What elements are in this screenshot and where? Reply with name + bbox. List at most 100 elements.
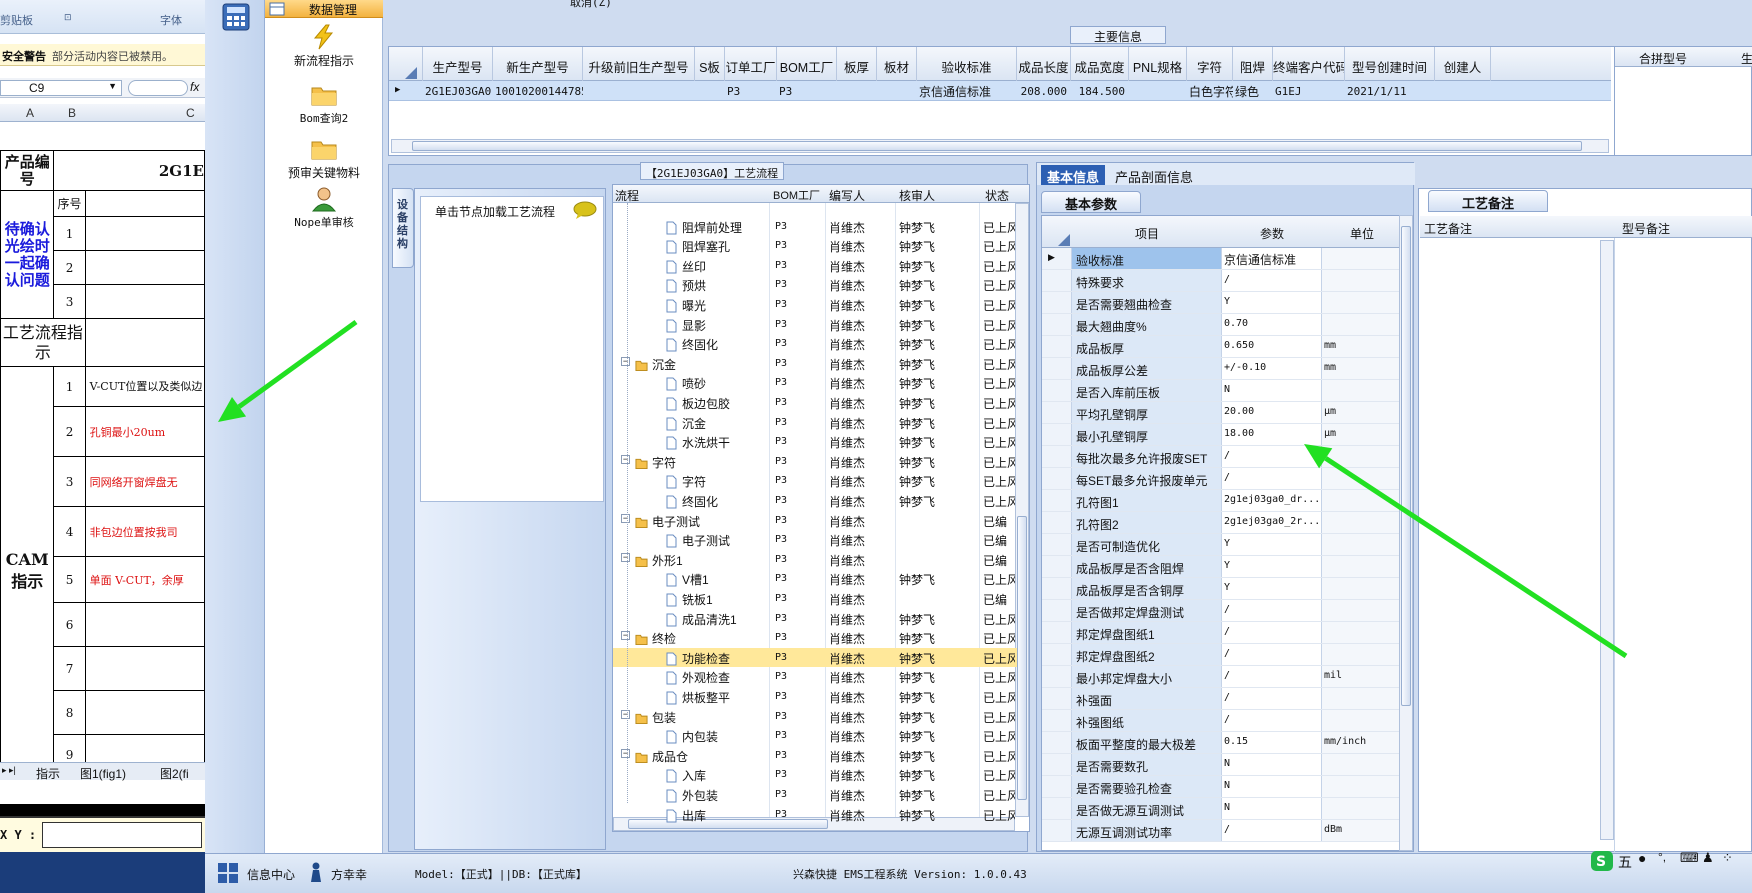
row-selector[interactable]: ▶ bbox=[1042, 248, 1072, 269]
row-selector[interactable] bbox=[1042, 732, 1072, 753]
tree-leaf-node[interactable]: 电子测试 P3 肖维杰 已编 bbox=[613, 530, 1017, 549]
fx-icon[interactable]: fx bbox=[190, 80, 199, 94]
process-label[interactable]: 工艺流程指示 bbox=[0, 318, 86, 367]
tree-leaf-node[interactable]: 曝光 P3 肖维杰 钟梦飞 已上风 bbox=[613, 295, 1017, 314]
column-b-header[interactable]: B bbox=[68, 106, 76, 120]
row-selector[interactable] bbox=[1042, 666, 1072, 687]
main-info-col-header[interactable]: 创建人 bbox=[1435, 47, 1491, 81]
param-row[interactable]: 是否做无源互调测试 N bbox=[1042, 798, 1400, 820]
main-info-cell[interactable]: 白色字符 bbox=[1189, 81, 1233, 101]
scroll-thumb[interactable] bbox=[412, 141, 1582, 151]
row-selector[interactable] bbox=[1042, 336, 1072, 357]
param-row[interactable]: 邦定焊盘图纸1/ bbox=[1042, 622, 1400, 644]
tree-group-node[interactable]: −包装 P3 肖维杰 钟梦飞 已上风 bbox=[613, 707, 1017, 726]
main-info-cell[interactable] bbox=[1131, 81, 1187, 101]
param-value[interactable]: 0.15 bbox=[1222, 732, 1322, 753]
param-value[interactable]: Y bbox=[1222, 534, 1322, 555]
tree-leaf-node[interactable]: 功能检查 P3 肖维杰 钟梦飞 已上风 bbox=[613, 647, 1017, 667]
param-row[interactable]: 最小孔壁铜厚 18.00 μm bbox=[1042, 424, 1400, 446]
row-selector[interactable] bbox=[1042, 622, 1072, 643]
row-selector[interactable] bbox=[1042, 270, 1072, 291]
collapse-toggle-icon[interactable]: − bbox=[621, 513, 630, 523]
param-row[interactable]: 补强图纸 / bbox=[1042, 710, 1400, 732]
param-value[interactable]: / bbox=[1222, 446, 1322, 467]
param-value[interactable]: / bbox=[1222, 666, 1322, 687]
tree-group-node[interactable]: −终检 P3 肖维杰 钟梦飞 已上风 bbox=[613, 628, 1017, 647]
tree-leaf-node[interactable]: 沉金 P3 肖维杰 钟梦飞 已上风 bbox=[613, 413, 1017, 432]
param-row[interactable]: 板面平整度的最大极差 0.15 mm/inch bbox=[1042, 732, 1400, 754]
sheet-tab[interactable]: 指示 bbox=[36, 765, 60, 782]
col-header-unit[interactable]: 单位 bbox=[1322, 225, 1400, 242]
row-selector[interactable] bbox=[1042, 490, 1072, 511]
param-row[interactable]: 是否需要翘曲检查 Y bbox=[1042, 292, 1400, 314]
cam-text[interactable]: 同网络开窗焊盘无 bbox=[84, 456, 205, 507]
tree-group-node[interactable]: −沉金 P3 肖维杰 钟梦飞 已上风 bbox=[613, 354, 1017, 373]
main-info-cell[interactable] bbox=[697, 81, 725, 101]
nav-item-prereview-material[interactable]: 预审关键物料 bbox=[265, 136, 383, 181]
tree-leaf-node[interactable]: 字符 P3 肖维杰 钟梦飞 已上风 bbox=[613, 471, 1017, 490]
sheet-cell[interactable] bbox=[84, 318, 205, 367]
tree-leaf-node[interactable]: 外包装 P3 肖维杰 钟梦飞 已上风 bbox=[613, 785, 1017, 804]
sheet-cell[interactable] bbox=[84, 190, 205, 217]
param-row[interactable]: 每SET最多允许报废单元 / bbox=[1042, 468, 1400, 490]
tree-group-node[interactable]: −成品仓 P3 肖维杰 钟梦飞 已上风 bbox=[613, 746, 1017, 765]
tree-leaf-node[interactable]: 丝印 P3 肖维杰 钟梦飞 已上风 bbox=[613, 256, 1017, 275]
row-selector[interactable] bbox=[1042, 424, 1072, 445]
sheet-cell[interactable] bbox=[84, 216, 205, 251]
param-value[interactable]: 20.00 bbox=[1222, 402, 1322, 423]
row-selector[interactable] bbox=[1042, 644, 1072, 665]
collapse-toggle-icon[interactable]: − bbox=[621, 454, 630, 464]
cam-text[interactable]: 单面 V-CUT，余厚 bbox=[84, 556, 205, 603]
grid-apps-icon[interactable] bbox=[217, 862, 239, 884]
cam-seq[interactable]: 6 bbox=[53, 602, 86, 647]
cam-text[interactable]: 非包边位置按我司 bbox=[84, 506, 205, 557]
ribbon-font-label[interactable]: 字体 bbox=[160, 12, 182, 28]
main-info-col-header[interactable]: 生产型号 bbox=[423, 47, 493, 81]
param-row[interactable]: 特殊要求 / bbox=[1042, 270, 1400, 292]
param-row[interactable]: 孔符图1 2g1ej03ga0_dr... bbox=[1042, 490, 1400, 512]
seq-number[interactable]: 2 bbox=[53, 250, 86, 285]
main-info-col-header[interactable]: 新生产型号 bbox=[493, 47, 583, 81]
main-info-col-header[interactable]: PNL规格 bbox=[1129, 47, 1187, 81]
sheet-cell[interactable] bbox=[84, 602, 205, 647]
sheet-tab[interactable]: 图2(fi bbox=[160, 765, 189, 782]
param-value[interactable]: 18.00 bbox=[1222, 424, 1322, 445]
main-info-cell[interactable] bbox=[1437, 81, 1491, 101]
param-value[interactable]: 0.70 bbox=[1222, 314, 1322, 335]
tools-icon[interactable]: ⁘ bbox=[1722, 850, 1733, 866]
main-info-cell[interactable]: 2G1EJ03GA0 bbox=[425, 81, 493, 101]
collapse-toggle-icon[interactable]: − bbox=[621, 356, 630, 366]
tree-leaf-node[interactable]: 铣板1 P3 肖维杰 已编 bbox=[613, 589, 1017, 608]
sogou-ime-icon[interactable]: S bbox=[1590, 850, 1614, 872]
main-info-col-header[interactable]: 板厚 bbox=[837, 47, 877, 81]
main-info-cell[interactable]: G1EJ bbox=[1275, 81, 1345, 101]
main-info-cell[interactable]: P3 bbox=[779, 81, 837, 101]
sheet-nav-icon[interactable]: ▸ ▸| bbox=[2, 765, 16, 776]
calculator-icon[interactable] bbox=[221, 2, 251, 32]
param-value[interactable]: N bbox=[1222, 776, 1322, 797]
tree-leaf-node[interactable]: 成品清洗1 P3 肖维杰 钟梦飞 已上风 bbox=[613, 609, 1017, 628]
main-info-col-header[interactable]: 终端客户代码 bbox=[1273, 47, 1345, 81]
param-value[interactable]: N bbox=[1222, 380, 1322, 401]
seq-number[interactable]: 1 bbox=[53, 216, 86, 251]
main-info-col-header[interactable]: 成品长度 bbox=[1017, 47, 1071, 81]
cam-seq[interactable]: 7 bbox=[53, 646, 86, 691]
main-info-hscrollbar[interactable] bbox=[391, 139, 1609, 153]
xy-input[interactable] bbox=[42, 822, 202, 848]
main-info-cell[interactable] bbox=[879, 81, 917, 101]
param-row[interactable]: 是否可制造优化 Y bbox=[1042, 534, 1400, 556]
cancel-button[interactable]: 取消(Z) bbox=[570, 0, 612, 10]
main-info-cell[interactable]: 京信通信标准 bbox=[919, 81, 1017, 101]
main-info-col-header[interactable]: 成品宽度 bbox=[1071, 47, 1129, 81]
param-row[interactable]: 成品板厚 0.650 mm bbox=[1042, 336, 1400, 358]
param-value[interactable]: / bbox=[1222, 600, 1322, 621]
nav-item-bom-query[interactable]: Bom查询2 bbox=[265, 82, 383, 126]
cam-seq[interactable]: 3 bbox=[53, 456, 86, 507]
sheet-tab[interactable]: 图1(fig1) bbox=[80, 765, 126, 782]
tab-product-profile[interactable]: 产品剖面信息 bbox=[1109, 165, 1199, 185]
merge-header-label[interactable]: 合拼型号 bbox=[1639, 50, 1687, 67]
param-row[interactable]: 成品板厚公差 +/-0.10 mm bbox=[1042, 358, 1400, 380]
main-info-cell[interactable] bbox=[585, 81, 695, 101]
main-info-col-header[interactable]: 阻焊 bbox=[1233, 47, 1273, 81]
params-vscrollbar[interactable] bbox=[1399, 215, 1413, 851]
